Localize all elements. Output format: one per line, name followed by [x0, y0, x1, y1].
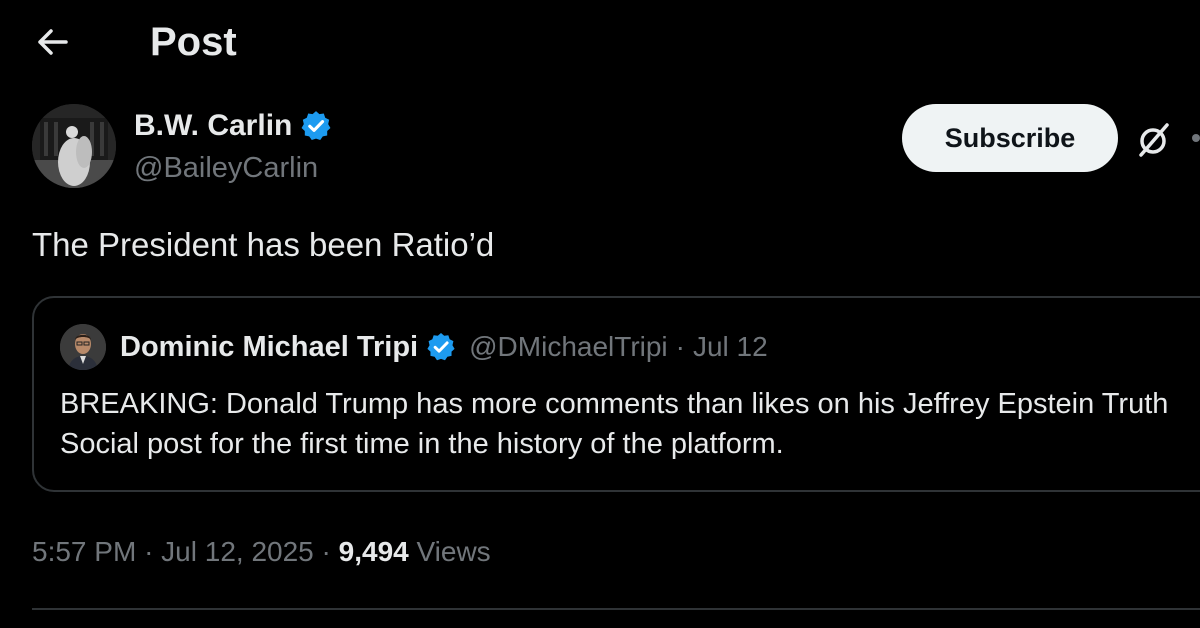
quoted-post[interactable]: Dominic Michael Tripi @DMichaelTripi · J…	[32, 296, 1200, 492]
subscribe-button[interactable]: Subscribe	[902, 104, 1118, 172]
verified-badge-icon	[299, 109, 333, 143]
grok-icon	[1139, 123, 1169, 157]
arrow-left-icon	[38, 29, 68, 55]
views-count: 9,494	[338, 536, 409, 567]
top-bar: Post	[0, 0, 1200, 88]
divider	[32, 608, 1200, 610]
author-name[interactable]: B.W. Carlin	[134, 106, 292, 146]
post-time[interactable]: 5:57 PM	[32, 536, 136, 567]
quoted-post-text: BREAKING: Donald Trump has more comments…	[60, 388, 1169, 460]
separator-dot: ·	[675, 331, 685, 362]
author-avatar[interactable]	[32, 104, 116, 188]
back-button[interactable]	[30, 22, 74, 62]
quoted-post-header: Dominic Michael Tripi @DMichaelTripi · J…	[120, 327, 768, 367]
post-metadata: 5:57 PM · Jul 12, 2025 · 9,494 Views	[32, 532, 491, 572]
quoted-post-date[interactable]: Jul 12	[693, 331, 768, 363]
author-handle[interactable]: @BaileyCarlin	[134, 148, 318, 188]
verified-badge-icon	[425, 331, 457, 363]
quoted-author-handle[interactable]: @DMichaelTripi	[469, 331, 668, 363]
post-text: The President has been Ratio’d	[32, 226, 495, 263]
avatar-photo	[32, 104, 116, 188]
grok-button[interactable]	[1132, 118, 1176, 162]
separator-dot: ·	[144, 536, 154, 567]
more-options-icon[interactable]	[1192, 134, 1200, 142]
quoted-author-avatar[interactable]	[60, 324, 106, 370]
page-title: Post	[150, 20, 237, 64]
post-date[interactable]: Jul 12, 2025	[161, 536, 314, 567]
quoted-author-name[interactable]: Dominic Michael Tripi	[120, 331, 418, 364]
author-name-row: B.W. Carlin	[134, 106, 333, 146]
quoted-avatar-photo	[60, 324, 106, 370]
separator-dot: ·	[321, 536, 331, 567]
views-label: Views	[416, 536, 491, 567]
